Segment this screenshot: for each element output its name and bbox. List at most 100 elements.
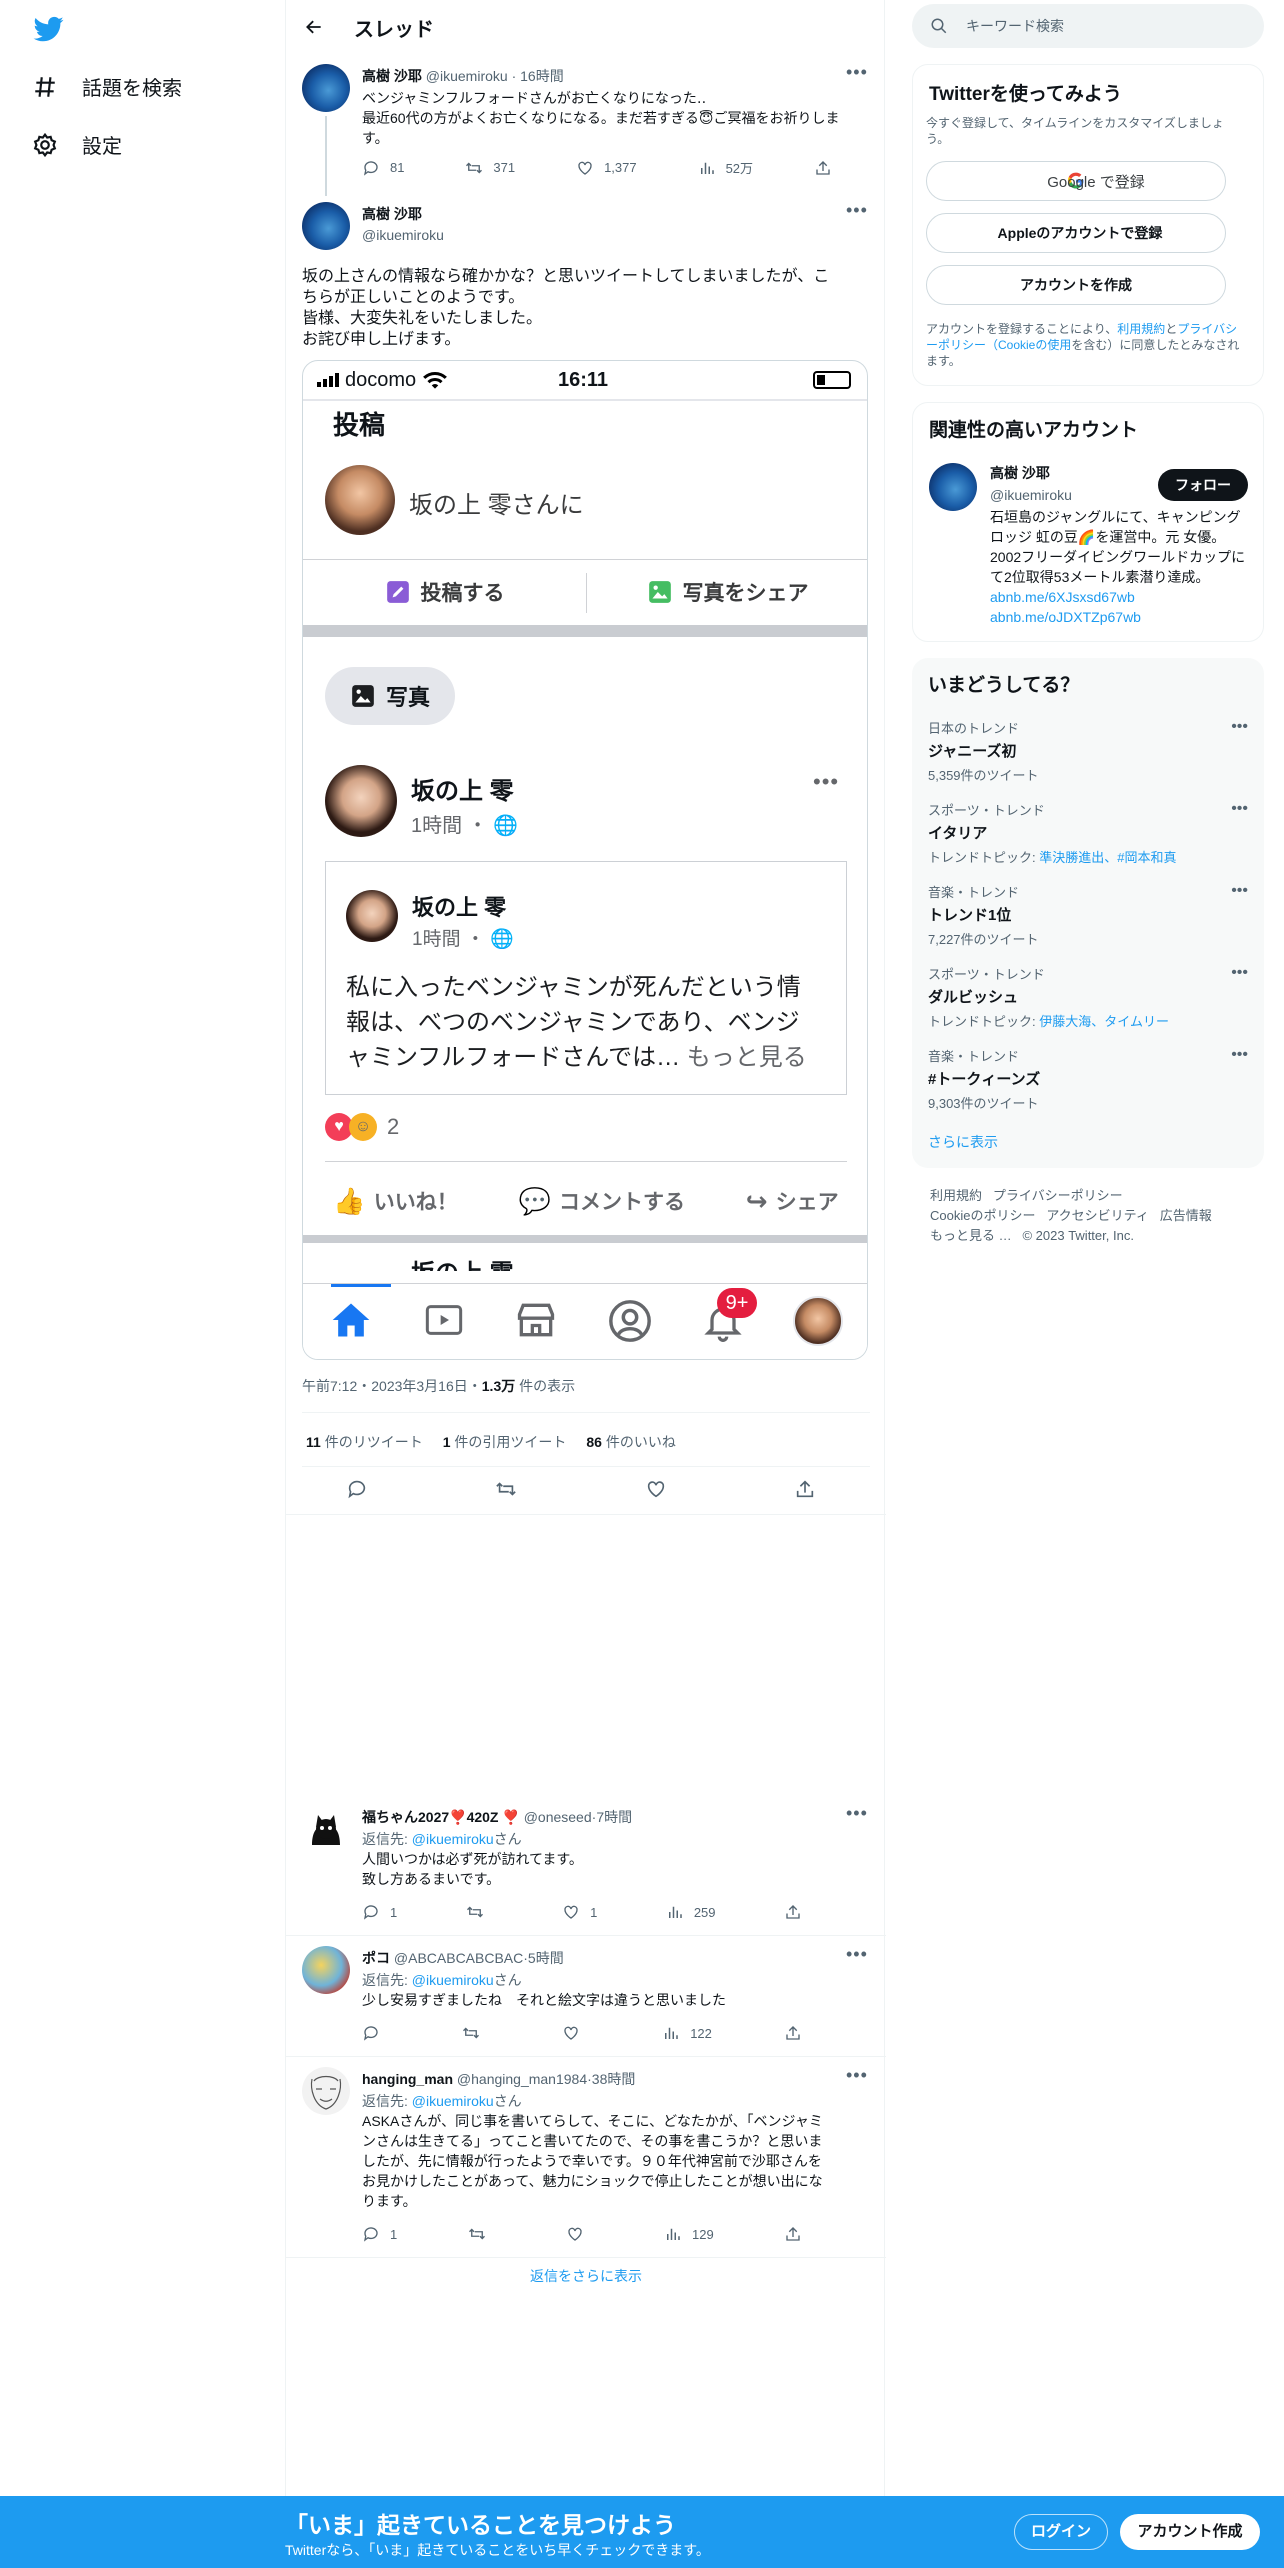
reply-button[interactable]: 1	[362, 1903, 397, 1921]
show-more-replies[interactable]: 返信をさらに表示	[286, 2266, 886, 2286]
more-icon[interactable]: •••	[1231, 800, 1248, 818]
author-handle[interactable]: @oneseed	[524, 1809, 592, 1825]
views-button[interactable]: 129	[664, 2225, 714, 2243]
bio-link[interactable]: abnb.me/oJDXTZp67wb	[990, 609, 1141, 625]
avatar[interactable]	[302, 202, 350, 250]
retweet-button[interactable]	[468, 2225, 496, 2243]
profile-icon[interactable]	[607, 1298, 653, 1344]
more-icon[interactable]: •••	[846, 1944, 868, 1965]
fb-share-button[interactable]: ↪ シェア	[746, 1186, 839, 1217]
like-stat[interactable]: 86 件のいいね	[586, 1432, 675, 1452]
search-input[interactable]: キーワード検索	[966, 16, 1064, 36]
more-icon[interactable]: •••	[1231, 964, 1248, 982]
more-icon[interactable]: •••	[846, 1803, 868, 1824]
retweet-button[interactable]	[462, 2024, 490, 2042]
fb-comment-button[interactable]: 💬 コメントする	[519, 1186, 685, 1217]
author-handle[interactable]: @ikuemiroku	[362, 227, 444, 243]
share-button[interactable]	[784, 2225, 802, 2243]
login-button[interactable]: ログイン	[1014, 2514, 1108, 2550]
reply-icon[interactable]	[346, 1478, 368, 1500]
author-handle[interactable]: @ikuemiroku	[426, 68, 508, 84]
author-handle[interactable]: @hanging_man1984	[457, 2071, 587, 2087]
show-more-trends[interactable]: さらに表示	[928, 1132, 998, 1152]
reply-to-link[interactable]: @ikuemiroku	[412, 1831, 494, 1847]
author-handle[interactable]: @ABCABCABCBAC	[394, 1950, 523, 1966]
home-icon[interactable]	[327, 1298, 375, 1342]
footer-more[interactable]: もっと見る …	[930, 1228, 1012, 1243]
trend-item[interactable]: 音楽・トレンド #トークィーンズ 9,303件のツイート •••	[928, 1046, 1248, 1112]
share-button[interactable]	[814, 158, 832, 177]
avatar[interactable]	[302, 1805, 350, 1853]
marketplace-icon[interactable]	[513, 1298, 559, 1342]
views-button[interactable]: 122	[662, 2024, 712, 2042]
reply-to-link[interactable]: @ikuemiroku	[412, 1972, 494, 1988]
apple-signup-button[interactable]: Appleのアカウントで登録	[926, 213, 1226, 253]
author-name[interactable]: hanging_man	[362, 2071, 453, 2087]
like-button[interactable]	[562, 2024, 590, 2042]
trend-sub-links[interactable]: 準決勝進出、#岡本和真	[1039, 850, 1176, 865]
create-account-button[interactable]: アカウントを作成	[926, 265, 1226, 305]
follow-button[interactable]: フォロー	[1158, 469, 1248, 501]
author-name[interactable]: ポコ	[362, 1950, 390, 1966]
attached-image[interactable]: docomo 16:11 投稿 坂の上 零さんに 投稿する 写真をシェア 写真 …	[302, 360, 868, 1360]
retweet-button[interactable]	[466, 1903, 494, 1921]
reply-tweet[interactable]: ポコ @ABCABCABCBAC·5時間 ••• 返信先: @ikuemirok…	[286, 1936, 886, 2057]
shared-post[interactable]: 坂の上 零 1時間 ・ 🌐 私に入ったベンジャミンが死んだという情 報は、べつの…	[325, 861, 847, 1095]
more-icon[interactable]: •••	[846, 62, 868, 83]
quote-stat[interactable]: 1 件の引用ツイート	[443, 1432, 567, 1452]
retweet-icon[interactable]	[495, 1478, 517, 1500]
post-button[interactable]: 投稿する	[303, 561, 586, 623]
footer-link[interactable]: プライバシーポリシー	[993, 1188, 1123, 1203]
author-name[interactable]: 高樹 沙耶	[362, 204, 444, 224]
trend-item[interactable]: 日本のトレンド ジャニーズ初 5,359件のツイート •••	[928, 718, 1248, 784]
share-icon[interactable]	[794, 1478, 816, 1500]
retweet-stat[interactable]: 11 件のリツイート	[306, 1432, 423, 1452]
menu-avatar[interactable]	[793, 1296, 843, 1346]
reply-tweet[interactable]: 福ちゃん2027❣️420Z ❣️ @oneseed·7時間 ••• 返信先: …	[286, 1795, 886, 1936]
reply-button[interactable]	[362, 2024, 390, 2042]
more-icon[interactable]: •••	[846, 2065, 868, 2086]
terms-link[interactable]: 利用規約	[1117, 322, 1165, 336]
more-icon[interactable]: •••	[846, 200, 868, 221]
avatar[interactable]	[929, 463, 977, 511]
author-name[interactable]: 福ちゃん2027❣️420Z ❣️	[362, 1809, 520, 1825]
share-button[interactable]	[784, 1903, 802, 1921]
reactions[interactable]: ♥ ☺ 2	[325, 1113, 399, 1141]
related-handle[interactable]: @ikuemiroku	[990, 487, 1072, 503]
photos-chip[interactable]: 写真	[325, 667, 455, 725]
footer-link[interactable]: Cookieのポリシー	[930, 1208, 1035, 1223]
reply-button[interactable]: 1	[362, 2225, 397, 2243]
share-photo-button[interactable]: 写真をシェア	[586, 561, 867, 623]
trend-item[interactable]: スポーツ・トレンド イタリア トレンドトピック: 準決勝進出、#岡本和真 •••	[928, 800, 1248, 866]
related-name[interactable]: 高樹 沙耶	[990, 463, 1072, 483]
more-icon[interactable]: •••	[1231, 1046, 1248, 1064]
bio-link[interactable]: abnb.me/6XJsxsd67wb	[990, 589, 1135, 605]
signup-button[interactable]: アカウント作成	[1120, 2514, 1260, 2550]
more-icon[interactable]: •••	[1231, 882, 1248, 900]
footer-link[interactable]: 利用規約	[930, 1188, 982, 1203]
trend-item[interactable]: スポーツ・トレンド ダルビッシュ トレンドトピック: 伊藤大海、タイムリー ••…	[928, 964, 1248, 1030]
search-box[interactable]: キーワード検索	[912, 4, 1264, 48]
share-button[interactable]	[784, 2024, 802, 2042]
twitter-logo-icon[interactable]	[32, 14, 66, 44]
tweet-time[interactable]: 16時間	[520, 68, 564, 84]
composer-placeholder[interactable]: 坂の上 零さんに	[409, 485, 584, 520]
avatar[interactable]	[302, 1946, 350, 1994]
trend-item[interactable]: 音楽・トレンド トレンド1位 7,227件のツイート •••	[928, 882, 1248, 948]
video-icon[interactable]	[421, 1300, 467, 1340]
like-button[interactable]	[566, 2225, 594, 2243]
reply-tweet[interactable]: hanging_man @hanging_man1984·38時間 ••• 返信…	[286, 2057, 886, 2258]
tweet-timestamp[interactable]: 午前7:12・2023年3月16日・	[302, 1378, 482, 1394]
see-more-link[interactable]: もっと見る	[687, 1044, 807, 1071]
avatar[interactable]	[302, 2067, 350, 2115]
reply-to-link[interactable]: @ikuemiroku	[412, 2093, 494, 2109]
more-icon[interactable]: •••	[813, 769, 839, 795]
footer-link[interactable]: 広告情報	[1160, 1208, 1212, 1223]
fb-like-button[interactable]: 👍 いいね！	[333, 1186, 457, 1217]
like-button[interactable]: 1	[562, 1903, 597, 1921]
author-name[interactable]: 高樹 沙耶	[362, 68, 422, 84]
views-button[interactable]: 52万	[698, 158, 753, 177]
like-button[interactable]: 1,377	[576, 158, 637, 177]
tweet-time[interactable]: 5時間	[528, 1950, 564, 1966]
footer-link[interactable]: アクセシビリティ	[1046, 1208, 1149, 1223]
